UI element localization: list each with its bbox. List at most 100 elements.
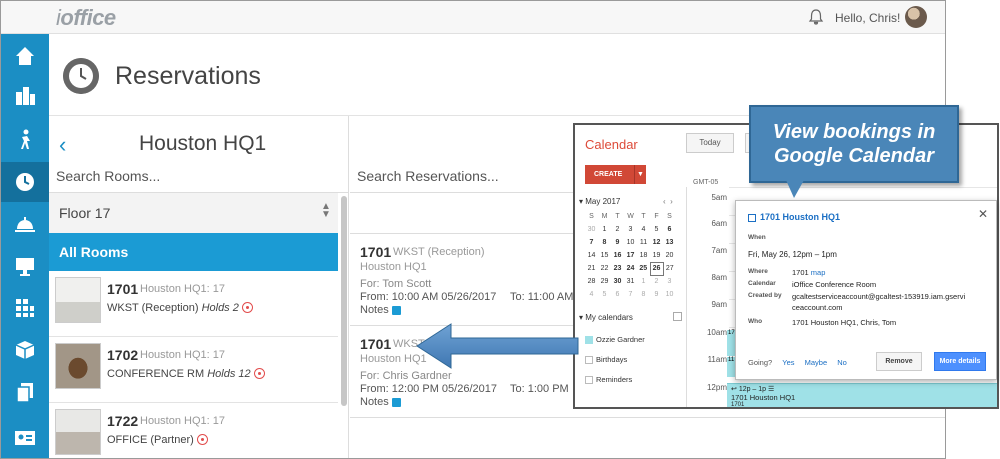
all-rooms-item[interactable]: All Rooms xyxy=(49,233,338,271)
notes-link[interactable]: Notes xyxy=(360,396,401,408)
reservation-from: From: 10:00 AM 05/26/2017 xyxy=(360,291,497,303)
reservations-clock-icon[interactable] xyxy=(1,162,49,202)
rsvp-maybe-link[interactable]: Maybe xyxy=(805,358,828,367)
clock-icon xyxy=(63,58,99,94)
event-block[interactable]: ↩ 12p – 1p ☰ 1701 Houston HQ1 1701 xyxy=(727,383,997,408)
room-number: 1722 xyxy=(107,413,139,429)
mini-month-title: ▾ May 2017 xyxy=(579,197,621,206)
hour-label: 6am xyxy=(711,219,727,228)
notes-link[interactable]: Notes xyxy=(360,304,401,316)
when-label: When xyxy=(748,234,766,241)
room-photo xyxy=(55,277,101,323)
room-location: Houston HQ1: 17 xyxy=(140,283,225,295)
reservation-type: WKST (Reception) xyxy=(393,246,485,258)
reservation-to: To: 11:00 AM xyxy=(510,291,574,303)
event-title: 1701 Houston HQ1 xyxy=(731,393,796,402)
notes-icon xyxy=(391,397,401,407)
rsvp-row: Going? Yes Maybe No xyxy=(748,358,847,367)
logo: ioffice xyxy=(56,5,116,30)
room-item[interactable]: 1702 Houston HQ1: 17 CONFERENCE RM Holds… xyxy=(49,337,338,403)
contact-card-icon[interactable] xyxy=(1,418,49,458)
calendar-list-item[interactable]: Birthdays xyxy=(585,355,627,365)
room-location: Houston HQ1: 17 xyxy=(140,415,225,427)
callout-box: View bookings in Google Calendar xyxy=(749,105,959,183)
reservation-room: 1701 xyxy=(360,244,392,260)
timezone-label: GMT-05 xyxy=(693,179,719,186)
reservation-room: 1701 xyxy=(360,336,392,352)
dropdown-arrow-icon: ▼ xyxy=(634,165,646,184)
buildings-icon[interactable] xyxy=(1,76,49,116)
reservation-for: For: Tom Scott xyxy=(360,278,432,290)
hour-label: 11am xyxy=(707,355,727,364)
room-desc: OFFICE (Partner) xyxy=(107,433,208,446)
hour-label: 7am xyxy=(711,246,727,255)
callout-text: View bookings in Google Calendar xyxy=(772,121,936,167)
color-swatch-icon xyxy=(585,336,593,345)
reservation-to: To: 1:00 PM xyxy=(510,383,569,395)
hour-label: 12pm xyxy=(706,383,727,392)
room-search-input[interactable]: Search Rooms... xyxy=(56,168,160,184)
service-bell-icon[interactable] xyxy=(1,204,49,244)
home-icon[interactable] xyxy=(1,36,49,76)
reservation-location: Houston HQ1 xyxy=(360,261,427,273)
map-link[interactable]: map xyxy=(811,268,826,277)
bell-icon[interactable] xyxy=(807,8,825,26)
room-photo xyxy=(55,409,101,455)
reservation-search-input[interactable]: Search Reservations... xyxy=(357,168,499,184)
close-icon[interactable]: ✕ xyxy=(978,207,988,221)
room-desc: WKST (Reception) Holds 2 xyxy=(107,301,253,314)
hour-line xyxy=(729,187,997,188)
hour-label: 10am xyxy=(706,328,727,337)
status-dot-icon xyxy=(241,301,253,313)
room-number: 1702 xyxy=(107,347,139,363)
location-title: Houston HQ1 xyxy=(139,132,267,155)
hour-label: 9am xyxy=(711,300,727,309)
notes-icon xyxy=(391,305,401,315)
room-item[interactable]: 1701 Houston HQ1: 17 WKST (Reception) Ho… xyxy=(49,271,338,337)
my-calendars-header[interactable]: ▾ My calendars xyxy=(579,313,633,322)
color-swatch-icon xyxy=(585,376,593,385)
status-dot-icon xyxy=(253,367,265,379)
rooms-panel: ‹ Houston HQ1 Search Rooms... Floor 17 ▲… xyxy=(49,116,349,458)
mini-calendar: SMTWTFS 30 1 2 3 4 5 6 7 8 9 10 11 12 13 14 15 16 17 18 1… xyxy=(587,213,674,298)
popup-title: 1701 Houston HQ1 xyxy=(748,212,840,222)
month-nav-icons[interactable]: ‹ › xyxy=(663,197,673,206)
scrollbar[interactable] xyxy=(341,196,347,406)
rsvp-yes-link[interactable]: Yes xyxy=(782,358,794,367)
floor-grid-icon[interactable] xyxy=(1,288,49,328)
event-details-popup: 1701 Houston HQ1 ✕ When Fri, May 26, 12p… xyxy=(735,200,997,380)
sidebar xyxy=(1,34,49,458)
documents-icon[interactable] xyxy=(1,372,49,412)
hour-label: 8am xyxy=(711,273,727,282)
page-header: Reservations xyxy=(49,34,945,116)
room-desc: CONFERENCE RM Holds 12 xyxy=(107,367,265,380)
floor-select[interactable]: Floor 17 ▲ ▼ xyxy=(49,193,338,233)
status-dot-icon xyxy=(196,433,208,445)
calendar-list-item[interactable]: Ozzie Gardner xyxy=(585,335,645,345)
back-chevron-icon[interactable]: ‹ xyxy=(59,132,66,158)
move-person-icon[interactable] xyxy=(1,120,49,160)
create-button[interactable]: CREATE ▼ xyxy=(585,165,646,184)
event-time: ↩ 12p – 1p ☰ xyxy=(731,386,775,393)
calendar-list-item[interactable]: Reminders xyxy=(585,375,632,385)
calendar-title: Calendar xyxy=(585,137,638,152)
package-icon[interactable] xyxy=(1,330,49,370)
greeting: Hello, Chris! xyxy=(835,11,901,25)
sort-arrows-icon: ▲ ▼ xyxy=(321,201,331,220)
avatar[interactable] xyxy=(905,6,927,28)
color-swatch-icon xyxy=(585,356,593,365)
hour-label: 5am xyxy=(711,193,727,202)
room-item[interactable]: 1722 Houston HQ1: 17 OFFICE (Partner) xyxy=(49,403,338,458)
remove-button[interactable]: Remove xyxy=(876,352,922,371)
today-button[interactable]: Today xyxy=(686,133,734,153)
room-number: 1701 xyxy=(107,281,139,297)
more-details-button[interactable]: More details xyxy=(934,352,986,371)
arrow-annotation-icon xyxy=(416,323,579,369)
dropdown-icon[interactable] xyxy=(673,312,682,321)
room-photo xyxy=(55,343,101,389)
calendar-event-icon xyxy=(748,213,756,222)
kiosk-icon[interactable] xyxy=(1,246,49,286)
rsvp-no-link[interactable]: No xyxy=(837,358,847,367)
event-sub: 1701 xyxy=(731,402,745,408)
top-bar: ioffice Hello, Chris! xyxy=(1,1,945,34)
